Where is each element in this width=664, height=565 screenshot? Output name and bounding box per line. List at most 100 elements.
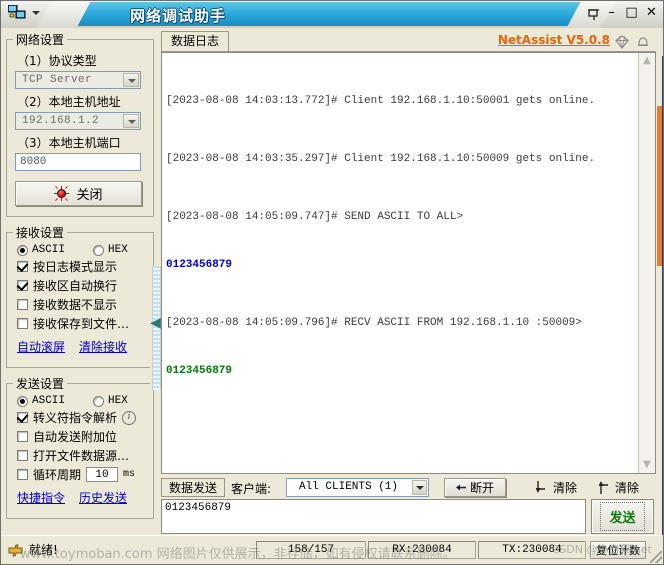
chevron-down-icon[interactable] [412,480,427,495]
local-host-select[interactable]: 192.168.1.2 [15,112,141,130]
network-settings-group: 网络设置 （1）协议类型 TCP Server （2）本地主机地址 192.16… [6,31,154,217]
send-settings-group: 发送设置 ASCII HEX 转义符指令解析 i 自动发送附加位 [6,375,154,519]
diamond-icon[interactable] [614,34,630,50]
local-port-value: 8080 [20,156,46,168]
clear-send-label: 清除 [615,479,639,496]
checkbox-auto-append-label: 自动发送附加位 [33,428,117,445]
resize-grip[interactable] [650,551,662,563]
status-counter: 158/157 [256,541,366,559]
clear-receive-button[interactable]: 清除 [536,479,577,496]
left-settings-column: 网络设置 （1）协议类型 TCP Server （2）本地主机地址 192.16… [6,31,156,531]
log-line: [2023-08-08 14:05:09.747]# SEND ASCII TO… [166,209,635,225]
checkbox-log-mode-label: 按日志模式显示 [33,258,117,275]
chevron-down-icon[interactable] [123,114,139,128]
link-auto-scroll[interactable]: 自动滚屏 [17,338,65,355]
checkbox-log-mode[interactable]: 按日志模式显示 [17,258,153,275]
loop-period-input[interactable]: 10 [86,467,118,482]
data-log-textarea[interactable]: [2023-08-08 14:03:13.772]# Client 192.16… [161,52,656,474]
close-connection-label: 关闭 [76,184,102,203]
checkbox-save-to-file-label: 接收保存到文件… [33,315,129,332]
send-button-label: 发送 [600,502,644,531]
window-title: 网络调试助手 [130,5,226,26]
checkbox-hide-recv-box[interactable] [17,299,28,310]
log-vertical-scrollbar[interactable]: ▲ ▼ [638,53,655,473]
chevron-down-icon[interactable] [32,11,40,15]
radio-send-ascii-label: ASCII [32,395,65,407]
local-host-label: （2）本地主机地址 [17,93,153,110]
status-rx: RX:230084 [368,541,476,559]
radio-recv-hex[interactable] [93,245,104,256]
log-tabstrip: 数据日志 NetAssist V5.0.8 [161,31,656,52]
checkbox-auto-wrap-box[interactable] [17,280,28,291]
radio-recv-ascii[interactable] [17,245,28,256]
send-button[interactable]: 发送 [591,499,654,534]
receive-format-radios: ASCII HEX [17,244,153,256]
pin-icon[interactable] [586,6,602,22]
checkbox-auto-wrap[interactable]: 接收区自动换行 [17,277,153,294]
info-icon[interactable]: i [122,411,136,425]
clear-send-button[interactable]: 清除 [598,479,639,496]
local-port-label: （3）本地主机端口 [17,134,153,151]
tab-data-log[interactable]: 数据日志 [161,31,229,51]
send-settings-legend: 发送设置 [13,375,67,392]
radio-send-ascii[interactable] [17,396,28,407]
chevron-down-icon[interactable] [123,73,139,87]
send-format-radios: ASCII HEX [17,395,153,407]
loop-period-unit: ms [123,469,135,480]
tab-data-send[interactable]: 数据发送 [161,478,225,497]
right-log-column: 数据日志 NetAssist V5.0.8 [2023-08-08 14:03:… [161,31,656,534]
minimize-button[interactable]: – [605,5,618,20]
local-port-input[interactable]: 8080 [15,153,141,171]
maximize-button[interactable]: □ [625,5,638,20]
receive-links: 自动滚屏 清除接收 [17,338,153,355]
collapse-left-icon[interactable]: ◀ [150,314,161,332]
protocol-type-select[interactable]: TCP Server [15,71,141,89]
checkbox-save-to-file[interactable]: 接收保存到文件… [17,315,153,332]
loop-period-row[interactable]: 循环周期 10 ms [17,466,153,483]
checkbox-hide-recv[interactable]: 接收数据不显示 [17,296,153,313]
checkbox-auto-append[interactable]: 自动发送附加位 [17,428,153,445]
checkbox-file-source[interactable]: 打开文件数据源… [17,447,153,464]
network-settings-legend: 网络设置 [13,31,67,48]
link-clear-receive[interactable]: 清除接收 [79,338,127,355]
reset-counters-button[interactable]: 复位计数 [590,541,646,559]
send-data-input[interactable]: 0123456879 [161,499,586,534]
checkbox-save-to-file-box[interactable] [17,318,28,329]
brand-label[interactable]: NetAssist V5.0.8 [498,33,610,47]
send-data-value: 0123456879 [165,502,231,514]
log-line: [2023-08-08 14:05:09.796]# RECV ASCII FR… [166,315,635,331]
client-select[interactable]: All CLIENTS (1) [286,478,429,497]
panel-splitter[interactable]: ◀ [150,266,161,390]
checkbox-escape-parse[interactable]: 转义符指令解析 i [17,409,153,426]
window-buttons: – □ ✕ [605,5,658,20]
send-links: 快捷指令 历史发送 [17,489,153,506]
radio-recv-ascii-label: ASCII [32,244,65,256]
link-quick-commands[interactable]: 快捷指令 [17,489,65,506]
client-select-value: All CLIENTS (1) [287,481,410,493]
radio-send-hex-label: HEX [108,395,128,407]
network-computer-icon[interactable] [8,5,26,21]
checkbox-auto-append-box[interactable] [17,431,28,442]
close-connection-button[interactable]: 关闭 [15,181,142,206]
status-tx: TX:230084 [478,541,586,559]
send-zone: 数据发送 客户端: All CLIENTS (1) 断开 [161,478,656,534]
log-line: [2023-08-08 14:03:35.297]# Client 192.16… [166,151,635,167]
radio-send-hex[interactable] [93,396,104,407]
status-ready-label: 就绪! [29,541,58,558]
arrow-down-clear-icon [536,480,549,495]
disconnect-label: 断开 [470,479,494,496]
chevron-down-icon[interactable]: ▼ [639,457,655,473]
disconnect-button[interactable]: 断开 [444,478,506,497]
checkbox-file-source-box[interactable] [17,450,28,461]
netassist-window: 网络调试助手 – □ ✕ 网络设置 （1）协议类型 TCP Server （2） [0,0,664,565]
checkbox-escape-parse-box[interactable] [17,412,28,423]
link-send-history[interactable]: 历史发送 [79,489,127,506]
chevron-up-icon[interactable]: ▲ [639,53,655,69]
log-line: 0123456879 [166,363,635,379]
receive-settings-legend: 接收设置 [13,224,67,241]
close-button[interactable]: ✕ [645,5,658,20]
checkbox-file-source-label: 打开文件数据源… [33,447,129,464]
checkbox-log-mode-box[interactable] [17,261,28,272]
bell-icon[interactable] [635,34,651,50]
checkbox-loop-period-box[interactable] [17,469,28,480]
